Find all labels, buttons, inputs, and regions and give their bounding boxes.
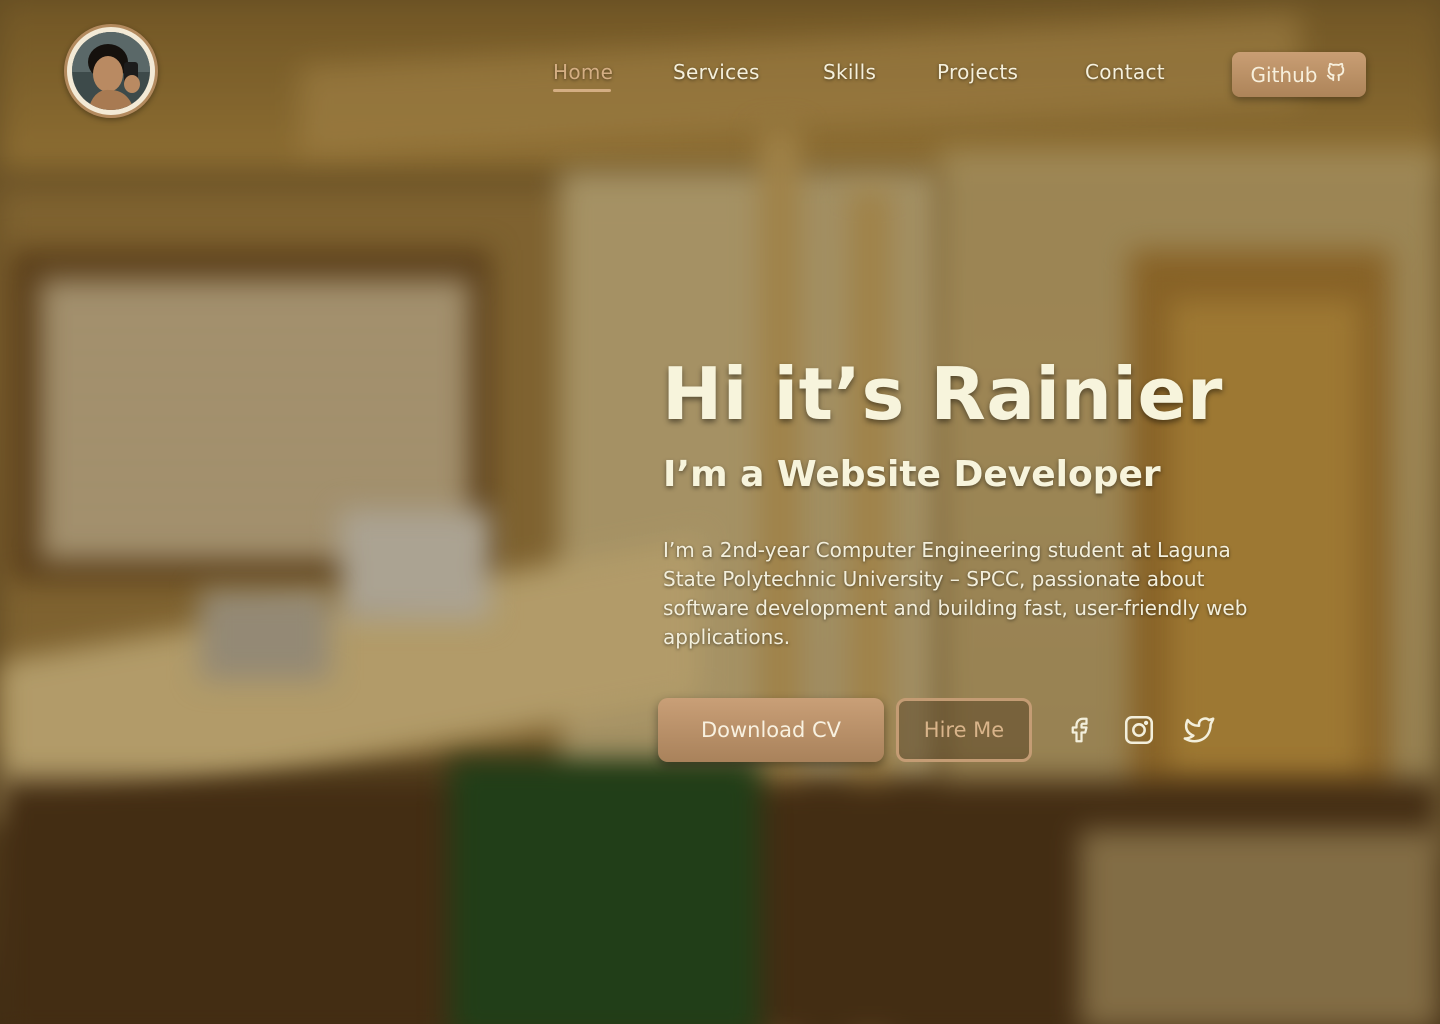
hero-description: I’m a 2nd-year Computer Engineering stud… <box>663 538 1248 649</box>
nav-skills[interactable]: Skills <box>823 60 876 84</box>
hire-me-button[interactable]: Hire Me <box>896 698 1032 762</box>
nav-home[interactable]: Home <box>553 60 613 84</box>
background-room-image <box>0 0 1440 1024</box>
github-button[interactable]: Github <box>1232 52 1366 97</box>
hero-subtitle: I’m a Website Developer <box>663 454 1161 495</box>
hero-title: Hi it’s Rainier <box>662 352 1223 436</box>
github-icon <box>1325 61 1347 88</box>
twitter-icon[interactable] <box>1180 711 1218 749</box>
nav-active-underline <box>553 89 611 92</box>
avatar-photo <box>72 32 150 110</box>
avatar[interactable] <box>64 24 158 118</box>
instagram-icon[interactable] <box>1120 711 1158 749</box>
nav-contact[interactable]: Contact <box>1085 60 1165 84</box>
nav-projects[interactable]: Projects <box>937 60 1018 84</box>
nav-services[interactable]: Services <box>673 60 760 84</box>
github-button-label: Github <box>1250 62 1318 87</box>
download-cv-button[interactable]: Download CV <box>658 698 884 762</box>
facebook-icon[interactable] <box>1060 711 1098 749</box>
